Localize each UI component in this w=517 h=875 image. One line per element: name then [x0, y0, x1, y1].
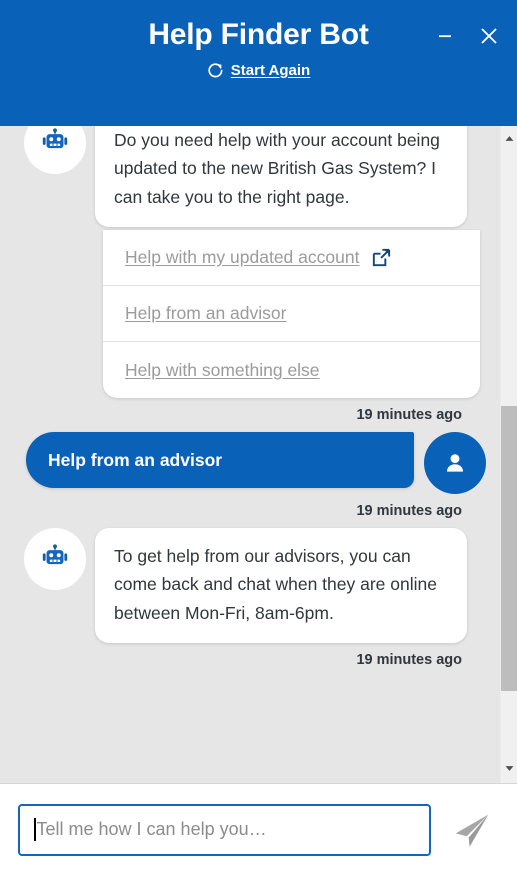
message-row-bot: To get help from our advisors, you can c… [0, 528, 486, 644]
page-title: Help Finder Bot [148, 18, 369, 51]
scrollbar-thumb[interactable] [501, 406, 517, 691]
start-again-button[interactable]: Start Again [207, 62, 310, 79]
external-link-icon [370, 246, 393, 269]
chat-messages-area: Do you need help with your account being… [0, 126, 517, 783]
option-help-with-something-else[interactable]: Help with something else [103, 342, 480, 398]
avatar [24, 528, 86, 591]
minimize-icon [439, 35, 451, 38]
minimize-button[interactable] [431, 22, 459, 50]
send-icon [455, 814, 489, 847]
user-message-text: Help from an advisor [26, 432, 414, 489]
option-help-with-my-updated-account[interactable]: Help with my updated account [103, 230, 480, 287]
chat-scroll-region: Do you need help with your account being… [0, 126, 500, 783]
scrollbar[interactable] [500, 126, 517, 783]
chevron-down-icon [505, 766, 514, 771]
chat-input[interactable] [36, 819, 415, 840]
option-label: Help from an advisor [125, 303, 287, 324]
avatar [24, 126, 86, 174]
option-help-from-an-advisor[interactable]: Help from an advisor [103, 286, 480, 343]
text-cursor [34, 818, 36, 841]
bot-message-text: To get help from our advisors, you can c… [95, 528, 467, 644]
message-row-bot: Do you need help with your account being… [0, 126, 486, 228]
message-composer [0, 783, 517, 875]
person-icon [446, 454, 464, 472]
robot-icon [42, 544, 68, 565]
avatar [424, 432, 486, 495]
option-label: Help with my updated account [125, 247, 360, 268]
option-label: Help with something else [125, 359, 320, 380]
timestamp: 19 minutes ago [356, 652, 462, 669]
bot-message-text: Do you need help with your account being… [95, 126, 467, 228]
chat-widget: Help Finder Bot Start Again Do you need … [0, 0, 517, 875]
robot-icon [42, 128, 68, 149]
send-button[interactable] [441, 799, 503, 861]
quick-reply-options: Help with my updated account Help from a… [103, 230, 480, 399]
window-controls [431, 22, 503, 50]
scrollbar-up-arrow[interactable] [501, 130, 517, 147]
chevron-up-icon [505, 136, 514, 141]
close-icon [481, 28, 497, 44]
chat-input-wrapper[interactable] [18, 803, 431, 856]
message-row-user: Help from an advisor [0, 432, 486, 495]
chat-header: Help Finder Bot Start Again [0, 0, 517, 126]
start-again-label: Start Again [230, 62, 311, 79]
scrollbar-down-arrow[interactable] [501, 760, 517, 777]
close-button[interactable] [475, 22, 503, 50]
refresh-icon [208, 63, 223, 78]
timestamp: 19 minutes ago [356, 407, 462, 424]
timestamp: 19 minutes ago [356, 503, 462, 520]
